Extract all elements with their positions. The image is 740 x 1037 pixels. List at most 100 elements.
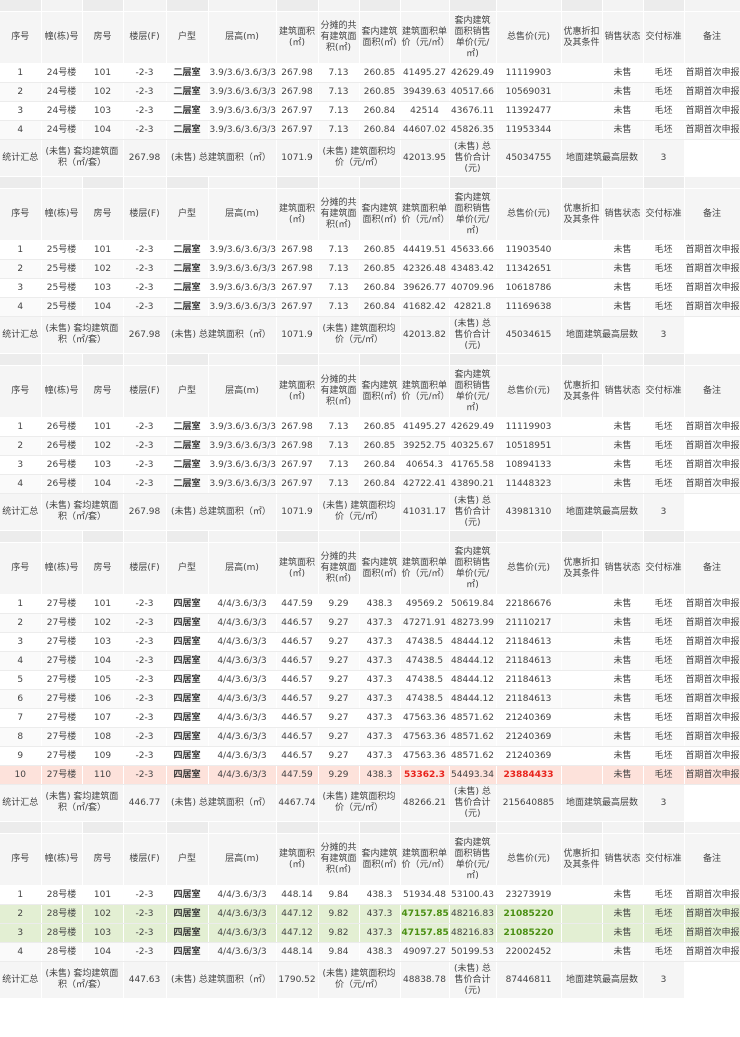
cell-inner-area: 260.84 [359, 120, 401, 140]
block-spacer-row [0, 0, 740, 12]
header-remarks: 备注 [684, 365, 740, 418]
header-total-price: 总售价(元) [496, 188, 562, 241]
cell-room: 101 [82, 594, 124, 614]
cell-building: 25号楼 [41, 259, 83, 279]
cell-shared-area: 7.13 [318, 278, 360, 298]
spacer-cell [276, 0, 319, 12]
cell-shared-area: 9.27 [318, 708, 360, 728]
cell-delivery-standard: 毛坯 [643, 455, 685, 475]
cell-unit-price: 47438.5 [400, 632, 450, 652]
summary-max-floors-label: 地面建筑最高层数 [561, 493, 644, 531]
summary-max-floors-value: 3 [643, 139, 685, 177]
table-header-row: 序号 幢(栋)号 房号 楼层(F) 户型 层高(m) 建筑面积(㎡) 分摊的共有建筑面积(㎡)… [0, 833, 740, 886]
cell-delivery-standard: 毛坯 [643, 101, 685, 121]
summary-total-price-label: (未售) 总售价合计(元) [449, 316, 497, 354]
cell-gross-area: 267.97 [276, 120, 319, 140]
cell-unit-price: 49569.2 [400, 594, 450, 614]
cell-discount [561, 297, 603, 317]
spacer-cell [208, 530, 277, 543]
summary-avg-price-value: 42013.82 [400, 316, 450, 354]
spacer-cell [496, 353, 562, 366]
cell-building: 27号楼 [41, 613, 83, 633]
header-inner-area: 套内建筑面积(㎡) [359, 188, 401, 241]
spacer-cell [0, 0, 42, 12]
summary-total-price-label: (未售) 总售价合计(元) [449, 961, 497, 999]
cell-total-price: 22186676 [496, 594, 562, 614]
cell-seq: 4 [0, 474, 42, 494]
summary-total-area-value: 1790.52 [276, 961, 319, 999]
cell-remarks: 首期首次申报 [684, 613, 740, 633]
cell-inner-unit-price: 48444.12 [449, 632, 497, 652]
cell-unit-price: 49097.27 [400, 942, 450, 962]
cell-unit-price: 41495.27 [400, 417, 450, 437]
cell-floor-height: 4/4/3.6/3/3 [208, 613, 277, 633]
cell-unit-price: 42722.41 [400, 474, 450, 494]
spacer-cell [208, 821, 277, 834]
cell-room: 105 [82, 670, 124, 690]
cell-gross-area: 267.98 [276, 82, 319, 102]
cell-unit-type: 二层室 [166, 455, 209, 475]
cell-unit-price: 39439.63 [400, 82, 450, 102]
cell-floor-height: 4/4/3.6/3/3 [208, 727, 277, 747]
header-seq: 序号 [0, 11, 42, 64]
cell-delivery-standard: 毛坯 [643, 278, 685, 298]
header-delivery-standard: 交付标准 [643, 833, 685, 886]
cell-inner-unit-price: 43676.11 [449, 101, 497, 121]
cell-inner-area: 260.84 [359, 455, 401, 475]
cell-total-price: 21184613 [496, 670, 562, 690]
cell-unit-type: 二层室 [166, 101, 209, 121]
cell-floor: -2-3 [123, 923, 167, 943]
spacer-cell [602, 353, 644, 366]
cell-discount [561, 278, 603, 298]
cell-floor: -2-3 [123, 417, 167, 437]
cell-gross-area: 267.98 [276, 436, 319, 456]
cell-gross-area: 447.12 [276, 923, 319, 943]
header-gross-area: 建筑面积(㎡) [276, 188, 319, 241]
spacer-cell [82, 530, 124, 543]
cell-building: 24号楼 [41, 63, 83, 83]
cell-seq: 5 [0, 670, 42, 690]
cell-inner-area: 437.3 [359, 727, 401, 747]
cell-delivery-standard: 毛坯 [643, 727, 685, 747]
summary-total-price-value: 87446811 [496, 961, 562, 999]
cell-inner-unit-price: 45633.66 [449, 240, 497, 260]
cell-sale-status: 未售 [602, 942, 644, 962]
cell-shared-area: 9.27 [318, 632, 360, 652]
cell-floor: -2-3 [123, 101, 167, 121]
cell-unit-type: 四居室 [166, 885, 209, 905]
header-gross-area: 建筑面积(㎡) [276, 365, 319, 418]
header-inner-area: 套内建筑面积(㎡) [359, 365, 401, 418]
cell-shared-area: 7.13 [318, 63, 360, 83]
cell-sale-status: 未售 [602, 82, 644, 102]
summary-max-floors-label: 地面建筑最高层数 [561, 316, 644, 354]
cell-delivery-standard: 毛坯 [643, 417, 685, 437]
cell-unit-type: 四居室 [166, 708, 209, 728]
cell-shared-area: 7.13 [318, 120, 360, 140]
table-row: 3 24号楼 103 -2-3 二层室 3.9/3.6/3.6/3/3 267.97 7.13… [0, 101, 740, 121]
cell-remarks: 首期首次申报 [684, 82, 740, 102]
cell-inner-area: 438.3 [359, 765, 401, 785]
cell-floor: -2-3 [123, 942, 167, 962]
cell-sale-status: 未售 [602, 708, 644, 728]
cell-inner-area: 260.85 [359, 82, 401, 102]
cell-inner-area: 260.85 [359, 417, 401, 437]
summary-max-floors-label: 地面建筑最高层数 [561, 139, 644, 177]
cell-remarks: 首期首次申报 [684, 101, 740, 121]
cell-remarks: 首期首次申报 [684, 942, 740, 962]
cell-seq: 4 [0, 120, 42, 140]
cell-building: 24号楼 [41, 101, 83, 121]
summary-row: 统计汇总 (未售) 套均建筑面积（㎡/套） 447.63 (未售) 总建筑面积（㎡） 1… [0, 961, 740, 999]
summary-avg-area-label: (未售) 套均建筑面积（㎡/套） [41, 961, 124, 999]
header-sale-status: 销售状态 [602, 833, 644, 886]
header-sale-status: 销售状态 [602, 542, 644, 595]
spacer-cell [602, 530, 644, 543]
cell-room: 102 [82, 613, 124, 633]
header-sale-status: 销售状态 [602, 365, 644, 418]
cell-delivery-standard: 毛坯 [643, 923, 685, 943]
header-unit-type: 户型 [166, 188, 209, 241]
header-gross-area: 建筑面积(㎡) [276, 542, 319, 595]
cell-room: 101 [82, 240, 124, 260]
cell-room: 102 [82, 436, 124, 456]
cell-shared-area: 7.13 [318, 455, 360, 475]
cell-delivery-standard: 毛坯 [643, 613, 685, 633]
